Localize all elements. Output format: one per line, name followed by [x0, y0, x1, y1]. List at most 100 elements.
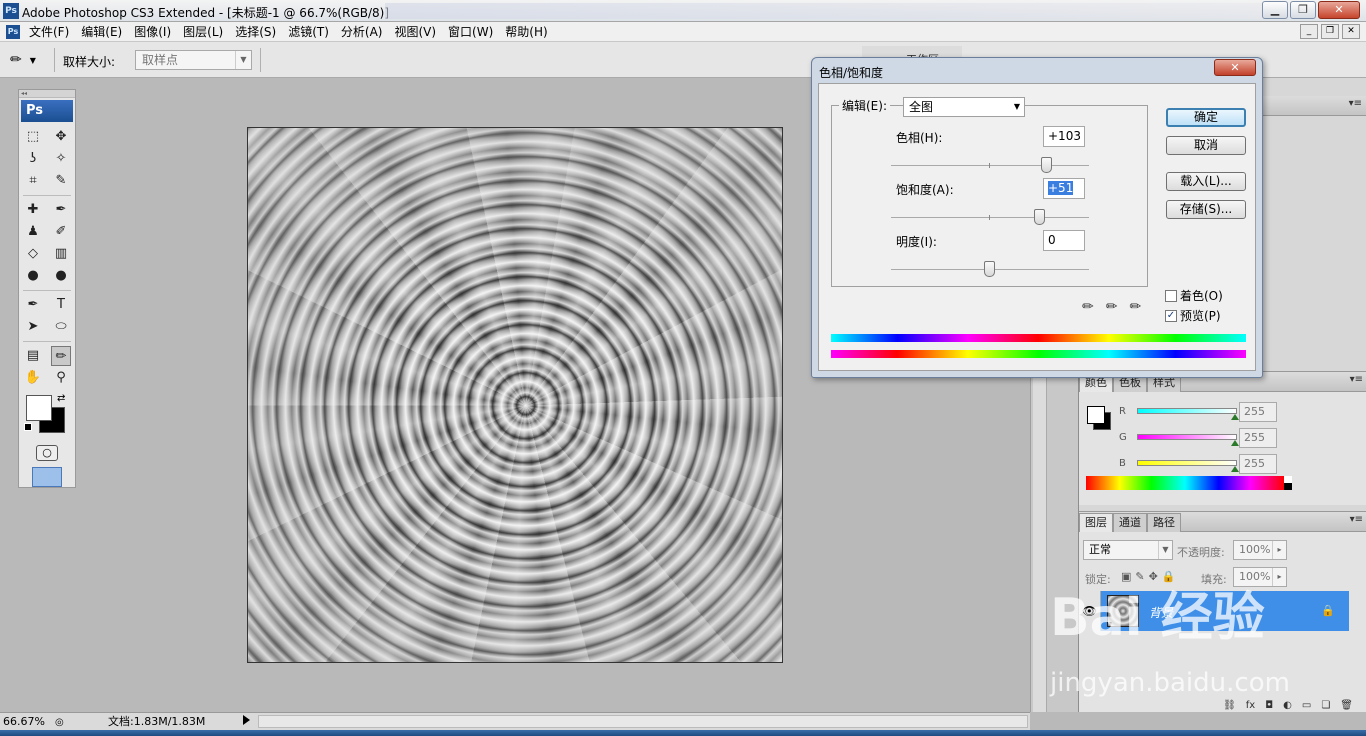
layer-mask-icon[interactable]: ◘ [1265, 700, 1273, 713]
pen-tool-icon[interactable]: ✒ [23, 295, 43, 315]
red-value-field[interactable]: 255 [1239, 402, 1277, 422]
trash-icon[interactable]: 🗑 [1340, 700, 1353, 713]
hue-slider-thumb[interactable] [1040, 157, 1052, 173]
lightness-input[interactable]: 0 [1043, 230, 1085, 251]
fill-field[interactable]: 100% ▸ [1233, 567, 1287, 587]
gradient-tool-icon[interactable]: ▥ [51, 244, 71, 264]
panel-menu-icon[interactable]: ▾≡ [1349, 98, 1362, 109]
sample-size-select[interactable]: 取样点 ▼ [135, 50, 252, 70]
screen-mode-button[interactable] [32, 467, 62, 487]
preview-checkbox[interactable]: ✓ [1165, 309, 1177, 322]
menu-image[interactable]: 图像(I) [128, 22, 177, 42]
adjustment-layer-icon[interactable]: ◐ [1283, 700, 1292, 713]
green-slider-track[interactable] [1137, 434, 1237, 440]
panel-menu-icon[interactable]: ▾≡ [1350, 374, 1363, 385]
path-selection-tool-icon[interactable]: ➤ [23, 317, 43, 337]
restore-button[interactable]: ❐ [1290, 1, 1316, 19]
menu-layer[interactable]: 图层(L) [177, 22, 229, 42]
tab-paths[interactable]: 路径 [1147, 513, 1181, 532]
close-window-button[interactable]: ✕ [1318, 1, 1360, 19]
slider-thumb[interactable] [1231, 440, 1239, 446]
slice-tool-icon[interactable]: ✎ [51, 171, 71, 191]
link-layers-icon[interactable]: ⛓ [1223, 700, 1236, 713]
move-tool-icon[interactable]: ✥ [51, 127, 71, 147]
red-slider-track[interactable] [1137, 408, 1237, 414]
slider-thumb[interactable] [1231, 414, 1239, 420]
document-icon[interactable]: Ps [6, 24, 20, 39]
type-tool-icon[interactable]: T [51, 295, 71, 315]
lock-icons[interactable]: ▣✎✥🔒 [1121, 570, 1180, 583]
menu-edit[interactable]: 编辑(E) [75, 22, 128, 42]
status-icon[interactable]: ◎ [55, 714, 64, 731]
minimize-button[interactable]: ▁ [1262, 1, 1288, 19]
preview-checkbox-row[interactable]: ✓ 预览(P) [1165, 307, 1221, 324]
layer-style-icon[interactable]: fx [1246, 700, 1255, 713]
slider-thumb[interactable] [1231, 466, 1239, 472]
crop-tool-icon[interactable]: ⌗ [23, 171, 43, 191]
new-group-icon[interactable]: ▭ [1302, 700, 1311, 713]
eyedropper-icon[interactable]: ✏ [1082, 299, 1094, 315]
history-brush-tool-icon[interactable]: ✐ [51, 222, 71, 242]
color-ramp[interactable] [1086, 476, 1292, 490]
marquee-tool-icon[interactable]: ⬚ [23, 127, 43, 147]
swap-colors-icon[interactable]: ⇄ [57, 393, 65, 404]
load-button[interactable]: 载入(L)... [1166, 172, 1246, 191]
doc-close-button[interactable]: ✕ [1342, 24, 1360, 39]
save-button[interactable]: 存储(S)... [1166, 200, 1246, 219]
panel-menu-icon[interactable]: ▾≡ [1350, 514, 1363, 525]
tab-layers[interactable]: 图层 [1079, 513, 1113, 532]
menu-window[interactable]: 窗口(W) [442, 22, 499, 42]
menu-select[interactable]: 选择(S) [229, 22, 282, 42]
saturation-slider-track[interactable] [891, 215, 1089, 220]
brush-tool-icon[interactable]: ✒ [51, 200, 71, 220]
zoom-level[interactable]: 66.67% [3, 713, 45, 730]
menu-file[interactable]: 文件(F) [23, 22, 75, 42]
dodge-tool-icon[interactable]: ● [51, 266, 71, 286]
eyedropper-minus-icon[interactable]: ✏ [1129, 299, 1141, 315]
ok-button[interactable]: 确定 [1166, 108, 1246, 127]
status-menu-arrow-icon[interactable] [243, 715, 250, 725]
foreground-color-swatch[interactable] [26, 395, 52, 421]
blend-mode-select[interactable]: 正常 ▼ [1083, 540, 1173, 560]
photoshop-logo[interactable]: Ps [21, 100, 73, 122]
menu-filter[interactable]: 滤镜(T) [282, 22, 335, 42]
menu-analysis[interactable]: 分析(A) [335, 22, 389, 42]
magic-wand-tool-icon[interactable]: ✧ [51, 149, 71, 169]
tool-preset-picker[interactable]: ✏ ▼ [10, 50, 50, 70]
horizontal-scrollbar[interactable] [258, 715, 1028, 728]
zoom-tool-icon[interactable]: ⚲ [51, 368, 71, 388]
shape-tool-icon[interactable]: ⬭ [51, 317, 71, 337]
hand-tool-icon[interactable]: ✋ [23, 368, 43, 388]
doc-restore-button[interactable]: ❐ [1321, 24, 1339, 39]
eyedropper-tool-icon[interactable]: ✏ [51, 346, 71, 366]
hue-slider-track[interactable] [891, 163, 1089, 168]
green-value-field[interactable]: 255 [1239, 428, 1277, 448]
lightness-slider-thumb[interactable] [984, 261, 995, 277]
saturation-input[interactable]: +51 [1043, 178, 1085, 199]
blue-slider-track[interactable] [1137, 460, 1237, 466]
document-canvas[interactable] [247, 127, 783, 663]
healing-brush-tool-icon[interactable]: ✚ [23, 200, 43, 220]
saturation-slider-thumb[interactable] [1034, 209, 1046, 225]
new-layer-icon[interactable]: ❏ [1321, 700, 1330, 713]
lasso-tool-icon[interactable]: ʖ [23, 149, 43, 169]
notes-tool-icon[interactable]: ▤ [23, 346, 43, 366]
eraser-tool-icon[interactable]: ◇ [23, 244, 43, 264]
menu-view[interactable]: 视图(V) [388, 22, 442, 42]
dialog-close-button[interactable]: ✕ [1214, 59, 1256, 76]
colorize-checkbox[interactable] [1165, 289, 1177, 302]
doc-minimize-button[interactable]: _ [1300, 24, 1318, 39]
clone-stamp-tool-icon[interactable]: ♟ [23, 222, 43, 242]
cancel-button[interactable]: 取消 [1166, 136, 1246, 155]
eyedropper-plus-icon[interactable]: ✏ [1106, 299, 1118, 315]
quick-mask-button[interactable]: ○ [36, 445, 58, 461]
eye-icon[interactable]: 👁 [1079, 591, 1101, 631]
layer-name[interactable]: 背景 [1149, 604, 1173, 621]
foreground-swatch[interactable] [1087, 406, 1105, 424]
menu-help[interactable]: 帮助(H) [499, 22, 553, 42]
layer-thumbnail[interactable] [1107, 595, 1139, 627]
toolbox-grip[interactable]: ◂◂ [19, 90, 75, 98]
opacity-field[interactable]: 100% ▸ [1233, 540, 1287, 560]
colorize-checkbox-row[interactable]: 着色(O) [1165, 287, 1223, 304]
tab-channels[interactable]: 通道 [1113, 513, 1147, 532]
